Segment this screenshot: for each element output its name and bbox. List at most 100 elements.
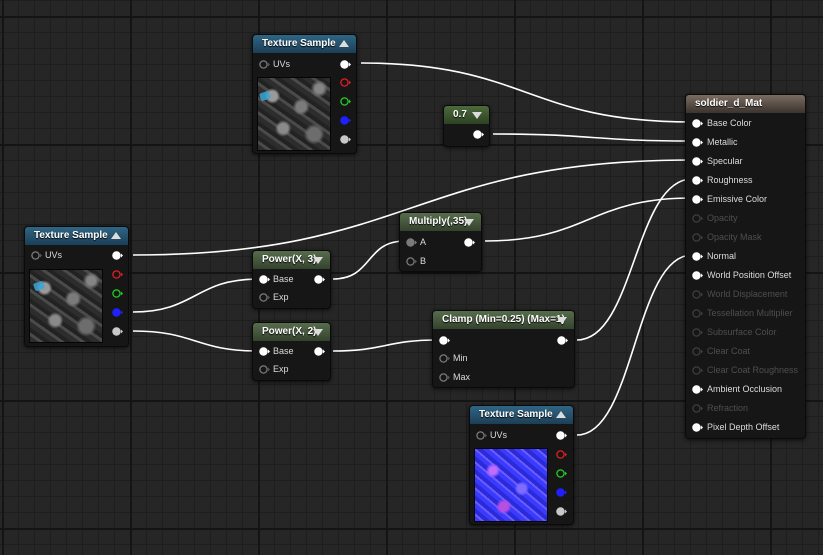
material-input-pin[interactable]	[692, 233, 703, 242]
max-input-pin[interactable]	[439, 373, 450, 382]
collapse-arrow-icon[interactable]	[111, 232, 121, 239]
rgb-output-pin[interactable]	[112, 251, 123, 260]
material-input-label: Metallic	[707, 137, 738, 147]
material-input-pin[interactable]	[692, 366, 703, 375]
value-output-pin[interactable]	[473, 130, 484, 139]
material-input-pin[interactable]	[692, 423, 703, 432]
g-output-pin[interactable]	[112, 289, 123, 298]
uvs-input-pin[interactable]	[259, 60, 270, 69]
b-output-pin[interactable]	[340, 116, 351, 125]
b-output-pin[interactable]	[112, 308, 123, 317]
power-x3-node[interactable]: Power(X, 3) Base Exp	[252, 250, 331, 309]
result-output-pin[interactable]	[464, 238, 475, 247]
node-header[interactable]: Power(X, 2)	[253, 323, 330, 341]
rgb-output-pin[interactable]	[340, 60, 351, 69]
uvs-input-pin[interactable]	[31, 251, 42, 260]
r-output-pin[interactable]	[112, 270, 123, 279]
node-title: Clamp (Min=0.25) (Max=1)	[442, 314, 565, 325]
material-input-label: Tessellation Multiplier	[707, 308, 793, 318]
material-input-pin[interactable]	[692, 157, 703, 166]
min-input-pin[interactable]	[439, 354, 450, 363]
g-output-pin[interactable]	[556, 469, 567, 478]
material-input-pin[interactable]	[692, 271, 703, 280]
base-input-pin[interactable]	[259, 347, 270, 356]
node-header[interactable]: Texture Sample	[253, 35, 356, 53]
material-input-label: Roughness	[707, 175, 753, 185]
node-header[interactable]: Power(X, 3)	[253, 251, 330, 269]
material-input-pin[interactable]	[692, 176, 703, 185]
r-output-pin[interactable]	[340, 78, 351, 87]
b-input-pin[interactable]	[406, 257, 417, 266]
node-title: Texture Sample	[34, 230, 108, 241]
expand-arrow-icon[interactable]	[557, 317, 567, 324]
connection-wire	[332, 339, 439, 352]
node-header[interactable]: soldier_d_Mat	[686, 95, 805, 113]
expand-arrow-icon[interactable]	[472, 112, 482, 119]
material-input-pin[interactable]	[692, 347, 703, 356]
material-input-label: Specular	[707, 156, 743, 166]
material-input-pin[interactable]	[692, 309, 703, 318]
material-input-label: World Displacement	[707, 289, 788, 299]
collapse-arrow-icon[interactable]	[339, 40, 349, 47]
a-input-pin[interactable]	[406, 238, 417, 247]
exp-input-pin[interactable]	[259, 293, 270, 302]
multiply-node[interactable]: Multiply(,35) A B	[399, 212, 482, 272]
collapse-arrow-icon[interactable]	[556, 411, 566, 418]
texture-thumbnail	[257, 77, 331, 151]
material-input-pin[interactable]	[692, 404, 703, 413]
result-output-pin[interactable]	[314, 347, 325, 356]
value-input-pin[interactable]	[439, 336, 450, 345]
material-input-pin[interactable]	[692, 119, 703, 128]
a-output-pin[interactable]	[340, 135, 351, 144]
a-output-pin[interactable]	[556, 507, 567, 516]
expand-arrow-icon[interactable]	[313, 257, 323, 264]
b-output-pin[interactable]	[556, 488, 567, 497]
uvs-label: UVs	[273, 59, 291, 69]
expand-arrow-icon[interactable]	[313, 329, 323, 336]
material-input-pin[interactable]	[692, 328, 703, 337]
material-input-pin[interactable]	[692, 385, 703, 394]
material-output-node[interactable]: soldier_d_Mat Base Color Metallic Specular…	[685, 94, 806, 439]
exp-input-pin[interactable]	[259, 365, 270, 374]
material-input-pin[interactable]	[692, 195, 703, 204]
min-label: Min	[453, 353, 468, 363]
connection-wire	[132, 330, 259, 352]
node-header[interactable]: Clamp (Min=0.25) (Max=1)	[433, 311, 574, 329]
material-input-label: World Position Offset	[707, 270, 792, 280]
r-output-pin[interactable]	[556, 450, 567, 459]
result-output-pin[interactable]	[314, 275, 325, 284]
constant-node[interactable]: 0.7	[443, 105, 490, 147]
material-input-pin[interactable]	[692, 290, 703, 299]
exp-label: Exp	[273, 364, 289, 374]
uvs-input-pin[interactable]	[476, 431, 487, 440]
material-input-label: Ambient Occlusion	[707, 384, 783, 394]
material-input-label: Emissive Color	[707, 194, 768, 204]
texture-sample-node-normal[interactable]: Texture Sample UVs	[469, 405, 574, 525]
uvs-label: UVs	[45, 250, 63, 260]
node-header[interactable]: 0.7	[444, 106, 489, 124]
result-output-pin[interactable]	[557, 336, 568, 345]
node-header[interactable]: Texture Sample	[25, 227, 128, 245]
material-input-pin[interactable]	[692, 138, 703, 147]
node-header[interactable]: Multiply(,35)	[400, 213, 481, 231]
node-title: Power(X, 3)	[262, 254, 317, 265]
clamp-node[interactable]: Clamp (Min=0.25) (Max=1) Min Max	[432, 310, 575, 388]
base-input-pin[interactable]	[259, 275, 270, 284]
base-label: Base	[273, 274, 294, 284]
node-header[interactable]: Texture Sample	[470, 406, 573, 424]
material-input-label: Clear Coat Roughness	[707, 365, 799, 375]
connection-wire	[132, 278, 259, 313]
a-output-pin[interactable]	[112, 327, 123, 336]
texture-sample-node-top[interactable]: Texture Sample UVs	[252, 34, 357, 154]
expand-arrow-icon[interactable]	[464, 219, 474, 226]
g-output-pin[interactable]	[340, 97, 351, 106]
connection-wire	[332, 240, 406, 280]
uvs-label: UVs	[490, 430, 508, 440]
connection-wire	[360, 62, 693, 123]
rgb-output-pin[interactable]	[556, 431, 567, 440]
material-input-pin[interactable]	[692, 214, 703, 223]
connection-wire	[492, 133, 693, 142]
texture-sample-node-left[interactable]: Texture Sample UVs	[24, 226, 129, 347]
material-input-pin[interactable]	[692, 252, 703, 261]
power-x2-node[interactable]: Power(X, 2) Base Exp	[252, 322, 331, 381]
